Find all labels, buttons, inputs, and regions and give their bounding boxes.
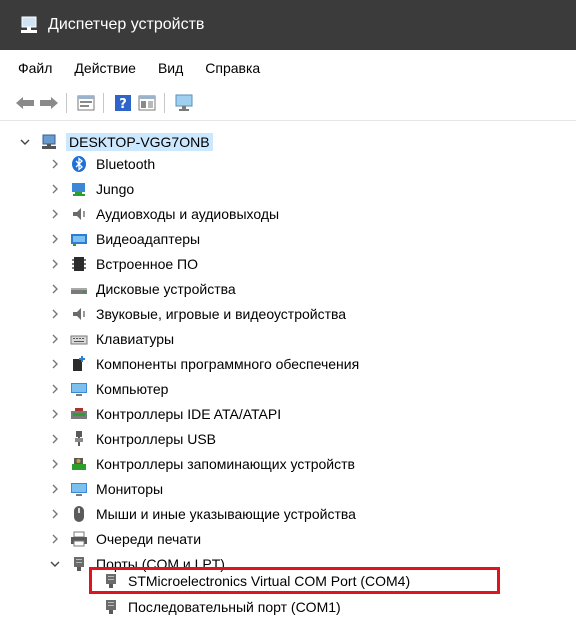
- tree-category-label: Звуковые, игровые и видеоустройства: [96, 306, 347, 322]
- port-icon: [102, 598, 120, 616]
- tree-category-label: Контроллеры запоминающих устройств: [96, 456, 355, 472]
- highlight-box: [89, 567, 500, 594]
- tree-category-sound-devices[interactable]: Звуковые, игровые и видеоустройства: [48, 302, 346, 326]
- chevron-right-icon[interactable]: [48, 482, 62, 496]
- speaker-icon: [70, 205, 88, 223]
- chevron-right-icon[interactable]: [48, 232, 62, 246]
- port-icon: [70, 555, 88, 573]
- menu-help[interactable]: Справка: [205, 58, 260, 78]
- chevron-right-icon[interactable]: [48, 157, 62, 171]
- title-bar: Диспетчер устройств: [0, 0, 576, 50]
- tree-category-label: Дисковые устройства: [96, 281, 236, 297]
- scan-hardware-icon[interactable]: [173, 92, 195, 114]
- window-title: Диспетчер устройств: [48, 16, 205, 33]
- chevron-right-icon[interactable]: [48, 407, 62, 421]
- chevron-right-icon[interactable]: [48, 307, 62, 321]
- device-tree: DESKTOP-VGG7ONB Bluetooth Jungo Аудиовхо…: [0, 128, 576, 618]
- software-component-icon: [70, 355, 88, 373]
- tree-category-computer[interactable]: Компьютер: [48, 377, 168, 401]
- menu-view[interactable]: Вид: [158, 58, 183, 78]
- storage-controller-icon: [70, 455, 88, 473]
- tree-category-label: Видеоадаптеры: [96, 231, 201, 247]
- tree-category-label: Мониторы: [96, 481, 164, 497]
- display-adapter-icon: [70, 230, 88, 248]
- chevron-right-icon[interactable]: [48, 282, 62, 296]
- chevron-right-icon[interactable]: [48, 357, 62, 371]
- toolbar-separator: [164, 93, 165, 113]
- tree-category-ide-controllers[interactable]: Контроллеры IDE ATA/ATAPI: [48, 402, 281, 426]
- tree-category-label: Jungo: [96, 181, 135, 197]
- tree-category-video-adapters[interactable]: Видеоадаптеры: [48, 227, 200, 251]
- tree-category-firmware[interactable]: Встроенное ПО: [48, 252, 198, 276]
- keyboard-icon: [70, 330, 88, 348]
- toolbar-separator: [103, 93, 104, 113]
- chevron-right-icon[interactable]: [48, 532, 62, 546]
- tree-device-serial-com1[interactable]: Последовательный порт (COM1): [102, 595, 341, 619]
- usb-icon: [70, 430, 88, 448]
- chevron-right-icon[interactable]: [48, 182, 62, 196]
- tree-category-jungo[interactable]: Jungo: [48, 177, 134, 201]
- tree-category-label: Аудиовходы и аудиовыходы: [96, 206, 280, 222]
- device-manager-icon: [18, 14, 40, 36]
- tree-device-label: Последовательный порт (COM1): [128, 599, 341, 615]
- tree-category-label: Встроенное ПО: [96, 256, 198, 272]
- tree-category-usb-controllers[interactable]: Контроллеры USB: [48, 427, 216, 451]
- tree-category-label: Мыши и иные указывающие устройства: [96, 506, 356, 522]
- tree-category-label: Bluetooth: [96, 156, 156, 172]
- tree-category-keyboards[interactable]: Клавиатуры: [48, 327, 174, 351]
- tree-root[interactable]: DESKTOP-VGG7ONB: [18, 130, 213, 154]
- tree-category-storage-controllers[interactable]: Контроллеры запоминающих устройств: [48, 452, 355, 476]
- tree-category-label: Клавиатуры: [96, 331, 175, 347]
- tree-category-label: Контроллеры USB: [96, 431, 216, 447]
- bluetooth-icon: [70, 155, 88, 173]
- tree-category-label: Контроллеры IDE ATA/ATAPI: [96, 406, 282, 422]
- back-arrow-icon[interactable]: [14, 92, 36, 114]
- tree-category-audio-io[interactable]: Аудиовходы и аудиовыходы: [48, 202, 279, 226]
- chevron-right-icon[interactable]: [48, 207, 62, 221]
- chevron-down-icon[interactable]: [48, 557, 62, 571]
- chevron-right-icon[interactable]: [48, 432, 62, 446]
- menu-bar: Файл Действие Вид Справка: [0, 50, 576, 86]
- tree-category-mice[interactable]: Мыши и иные указывающие устройства: [48, 502, 356, 526]
- chevron-right-icon[interactable]: [48, 257, 62, 271]
- properties-icon[interactable]: [75, 92, 97, 114]
- speaker-icon: [70, 305, 88, 323]
- jungo-icon: [70, 180, 88, 198]
- computer-name: DESKTOP-VGG7ONB: [66, 133, 213, 151]
- menu-action[interactable]: Действие: [74, 58, 136, 78]
- toolbar-separator: [66, 93, 67, 113]
- chevron-right-icon[interactable]: [48, 457, 62, 471]
- tree-category-label: Компоненты программного обеспечения: [96, 356, 360, 372]
- update-driver-icon[interactable]: [136, 92, 158, 114]
- help-icon[interactable]: ?: [112, 92, 134, 114]
- toolbar: ?: [0, 86, 576, 121]
- svg-text:?: ?: [119, 97, 127, 112]
- computer-icon: [40, 133, 58, 151]
- chevron-right-icon[interactable]: [48, 382, 62, 396]
- chevron-right-icon[interactable]: [48, 332, 62, 346]
- tree-category-print-queues[interactable]: Очереди печати: [48, 527, 201, 551]
- printer-icon: [70, 530, 88, 548]
- chevron-down-icon[interactable]: [18, 135, 32, 149]
- forward-arrow-icon[interactable]: [38, 92, 60, 114]
- menu-file[interactable]: Файл: [18, 58, 52, 78]
- monitor-icon: [70, 480, 88, 498]
- chevron-right-icon[interactable]: [48, 507, 62, 521]
- monitor-icon: [70, 380, 88, 398]
- disk-drive-icon: [70, 280, 88, 298]
- tree-category-label: Компьютер: [96, 381, 169, 397]
- tree-category-bluetooth[interactable]: Bluetooth: [48, 152, 155, 176]
- tree-category-label: Очереди печати: [96, 531, 202, 547]
- tree-category-disk-drives[interactable]: Дисковые устройства: [48, 277, 236, 301]
- mouse-icon: [70, 505, 88, 523]
- tree-category-software-components[interactable]: Компоненты программного обеспечения: [48, 352, 359, 376]
- tree-category-monitors[interactable]: Мониторы: [48, 477, 163, 501]
- firmware-chip-icon: [70, 255, 88, 273]
- ide-controller-icon: [70, 405, 88, 423]
